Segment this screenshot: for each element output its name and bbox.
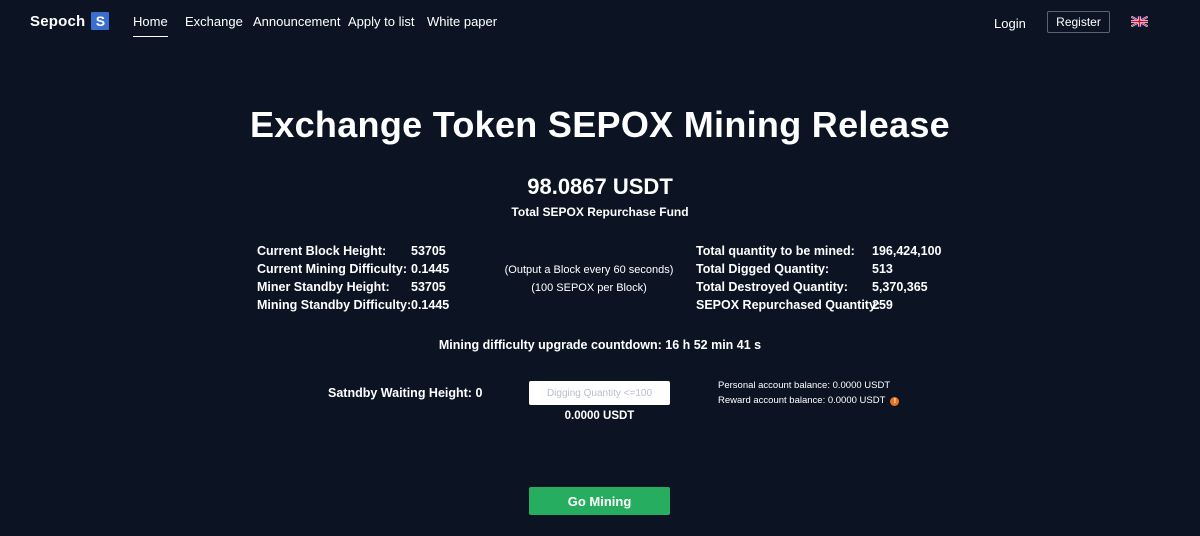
miner-standby-height-label: Miner Standby Height:	[257, 280, 390, 294]
info-icon[interactable]: !	[890, 397, 900, 406]
total-to-be-mined-value: 196,424,100	[872, 244, 942, 258]
reward-balance-text: Reward account balance: 0.0000 USDT	[718, 395, 886, 406]
repurchase-fund-label: Total SEPOX Repurchase Fund	[511, 205, 689, 219]
nav-announcement[interactable]: Announcement	[253, 14, 340, 29]
nav-apply-to-list[interactable]: Apply to list	[348, 14, 414, 29]
nav-home[interactable]: Home	[133, 14, 168, 37]
reward-balance: Reward account balance: 0.0000 USDT!	[718, 395, 900, 406]
miner-standby-height-value: 53705	[411, 280, 446, 294]
login-link[interactable]: Login	[994, 16, 1026, 31]
uk-flag-icon[interactable]	[1131, 16, 1148, 27]
standby-waiting-height: Satndby Waiting Height: 0	[328, 386, 483, 400]
mining-standby-difficulty-value: 0.1445	[411, 298, 450, 312]
total-digged-value: 513	[872, 262, 893, 276]
page-title: Exchange Token SEPOX Mining Release	[249, 104, 951, 145]
block-output-note: (Output a Block every 60 seconds)	[504, 264, 674, 276]
digging-total-usdt: 0.0000 USDT	[564, 410, 635, 422]
total-to-be-mined-label: Total quantity to be mined:	[696, 244, 855, 258]
current-block-height-label: Current Block Height:	[257, 244, 387, 258]
digging-quantity-input[interactable]	[529, 381, 670, 405]
register-button[interactable]: Register	[1047, 11, 1110, 33]
current-mining-difficulty-label: Current Mining Difficulty:	[257, 262, 407, 276]
logo-badge: S	[91, 12, 110, 30]
repurchased-quantity-label: SEPOX Repurchased Quantity:	[696, 298, 881, 312]
nav-white-paper[interactable]: White paper	[427, 14, 497, 29]
repurchased-quantity-value: 259	[872, 298, 893, 312]
difficulty-countdown: Mining difficulty upgrade countdown: 16 …	[438, 338, 762, 352]
total-digged-label: Total Digged Quantity:	[696, 262, 830, 276]
personal-balance: Personal account balance: 0.0000 USDT	[718, 380, 890, 391]
nav-exchange[interactable]: Exchange	[185, 14, 243, 29]
logo[interactable]: Sepoch S	[30, 12, 110, 30]
personal-balance-text: Personal account balance: 0.0000 USDT	[718, 380, 891, 391]
current-block-height-value: 53705	[411, 244, 446, 258]
total-destroyed-label: Total Destroyed Quantity:	[696, 280, 848, 294]
go-mining-button[interactable]: Go Mining	[529, 487, 670, 515]
repurchase-fund-value: 98.0867 USDT	[527, 174, 673, 199]
total-destroyed-value: 5,370,365	[872, 280, 928, 294]
current-mining-difficulty-value: 0.1445	[411, 262, 450, 276]
mining-standby-difficulty-label: Mining Standby Difficulty:	[257, 298, 412, 312]
top-navbar: Sepoch S Home Exchange Announcement Appl…	[0, 0, 1200, 44]
logo-text: Sepoch	[30, 12, 86, 30]
block-reward-note: (100 SEPOX per Block)	[531, 282, 647, 294]
